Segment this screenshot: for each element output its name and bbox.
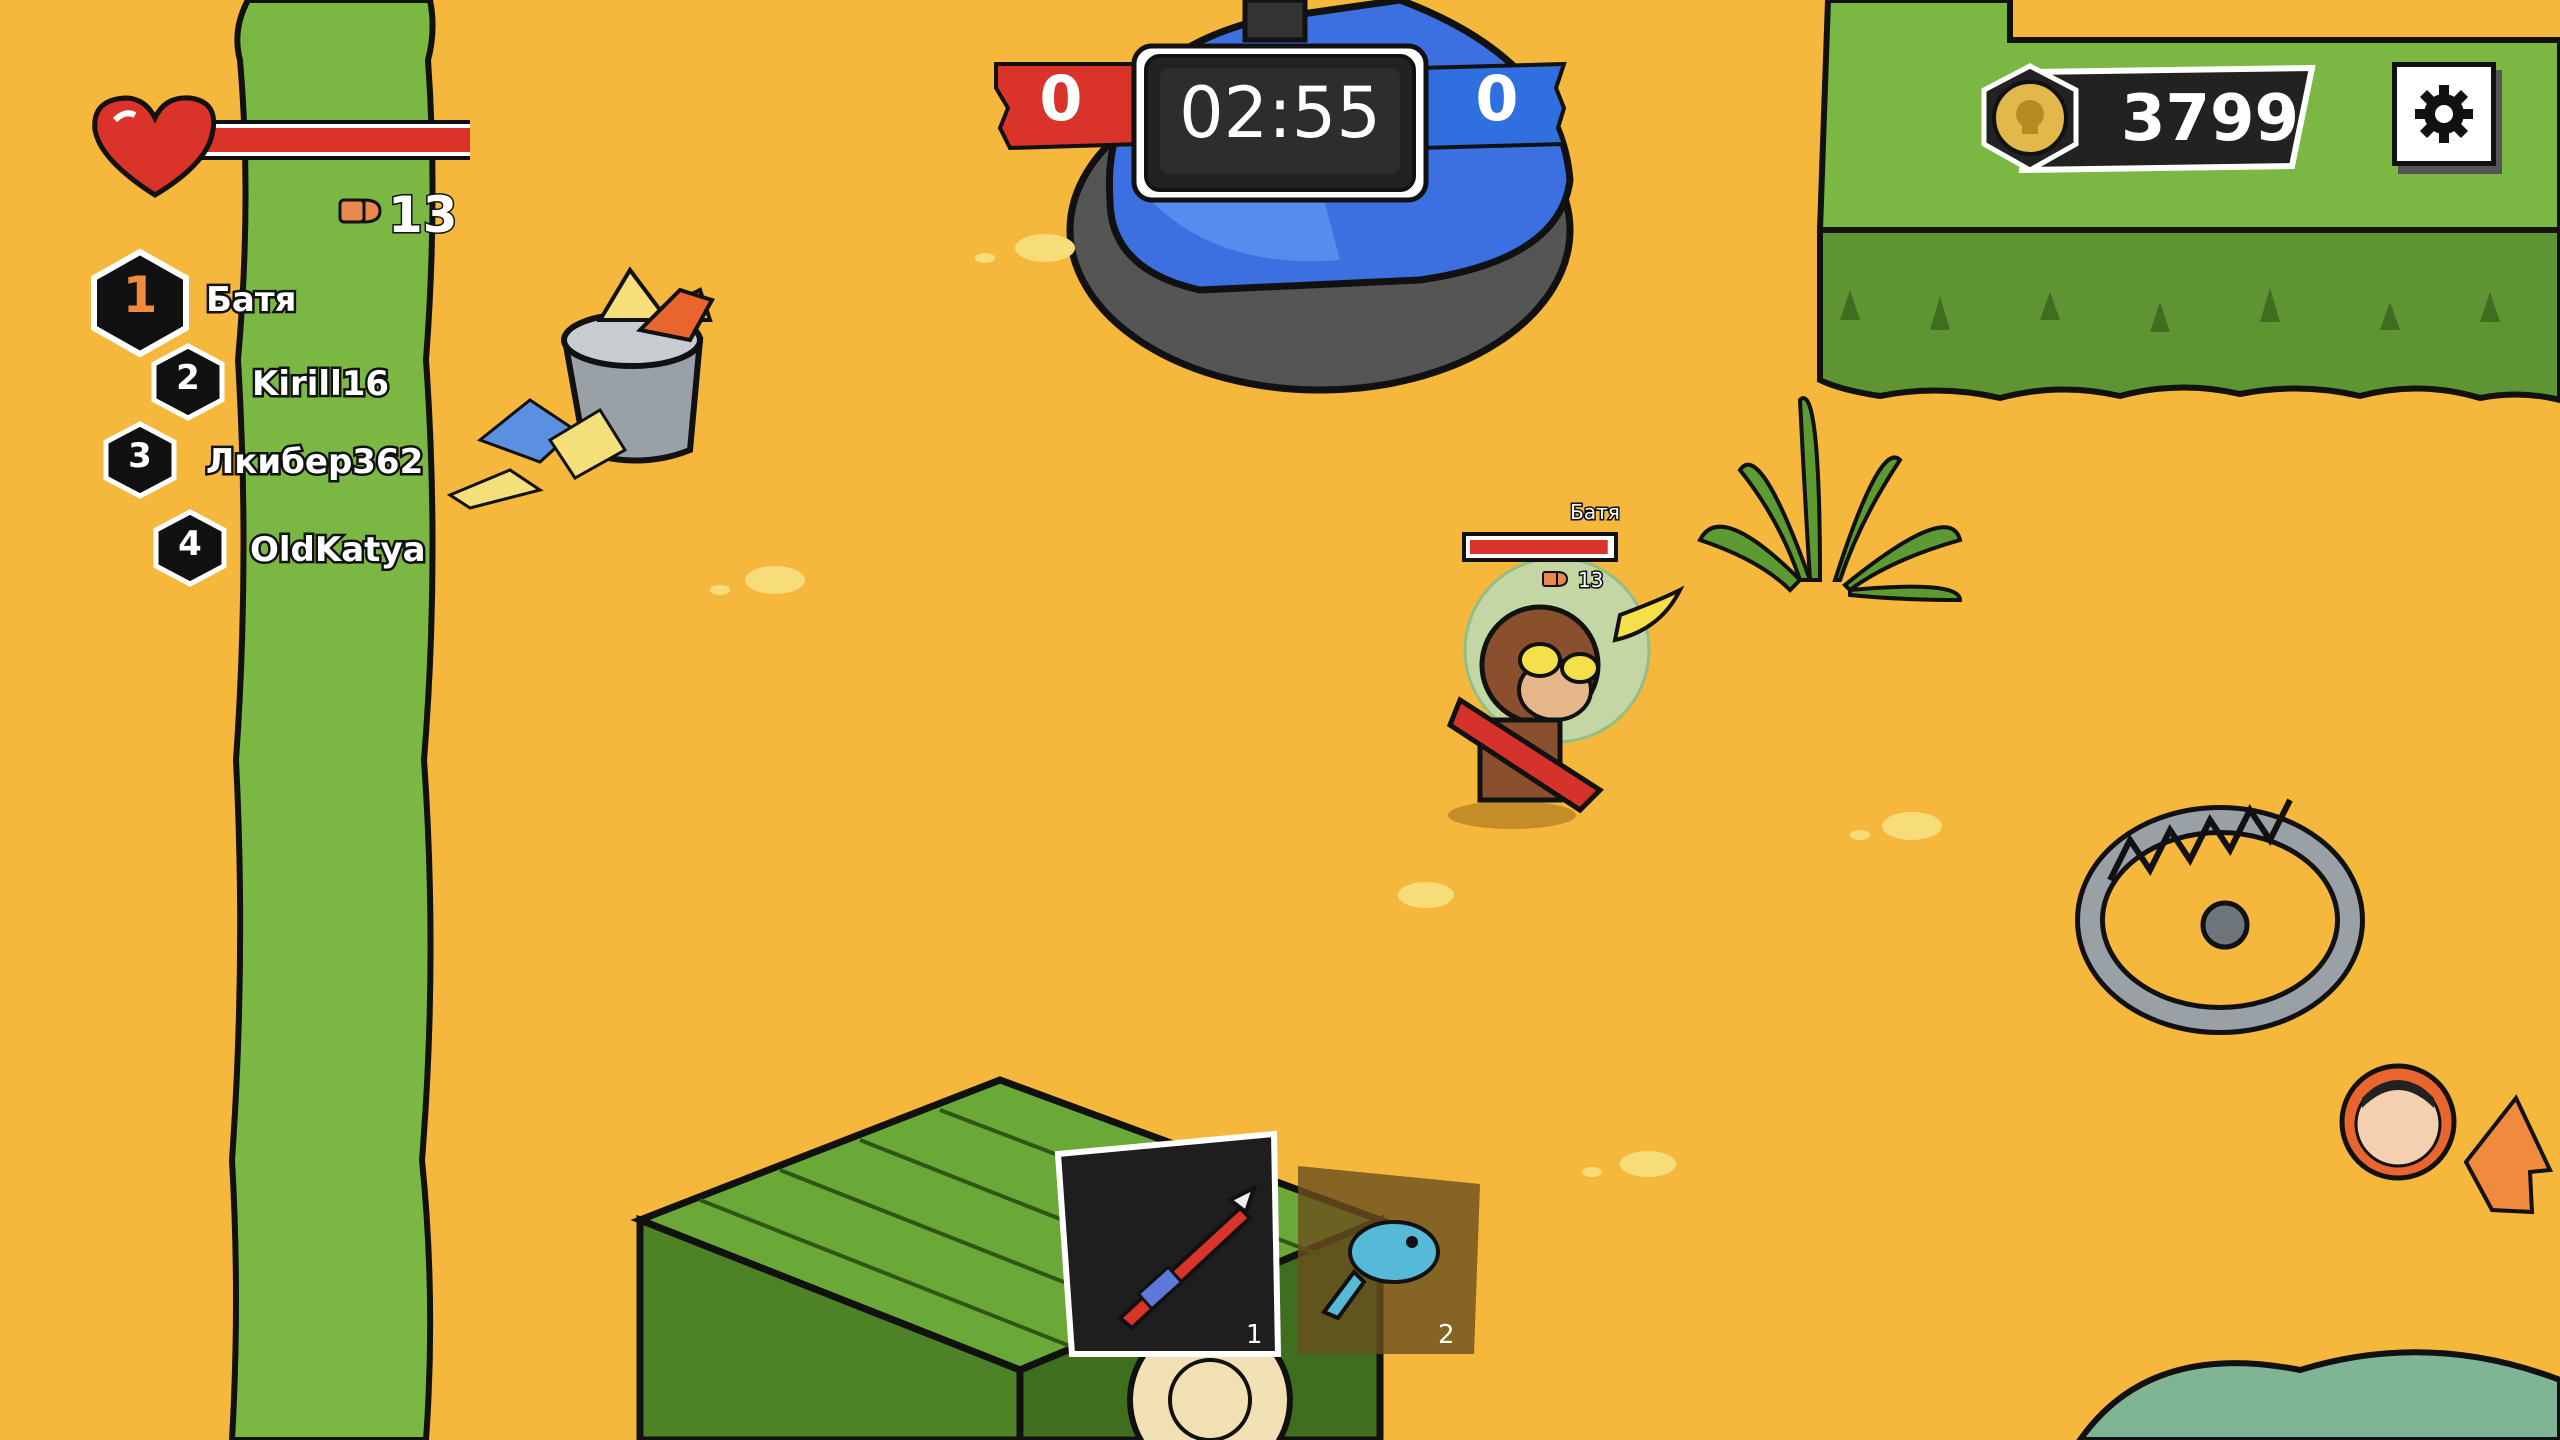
blue-team-score: 0 [1475, 62, 1519, 135]
settings-button[interactable] [2392, 62, 2496, 166]
garden-hose [2076, 1349, 2560, 1440]
trash-can [446, 266, 715, 510]
rank-number: 2 [176, 358, 200, 398]
slot-number: 1 [1246, 1320, 1263, 1350]
player-ammo-icon [1542, 570, 1569, 588]
skull-coin-icon [1981, 63, 2079, 173]
heart-icon [92, 95, 217, 198]
weapon-slot-1[interactable]: 1 [1050, 1128, 1284, 1360]
player-name: Батя [203, 278, 298, 323]
player-name: Kirill16 [249, 362, 391, 407]
player-ammo-count: 13 [1576, 567, 1605, 594]
right-hedge-side [1817, 227, 2560, 404]
rank-number: 4 [178, 524, 202, 564]
bear-trap [2075, 798, 2365, 1035]
player-name: Лкибер362 [203, 440, 425, 485]
player-health-bar [1462, 532, 1618, 562]
rank-number: 3 [128, 436, 152, 476]
match-timer: 02:55 [1179, 72, 1381, 154]
player-name: OldKatya [248, 528, 429, 573]
gear-icon [2415, 85, 2473, 143]
player-nametag: Батя [1569, 499, 1622, 526]
leaderboard-row: 4 OldKatya [152, 508, 428, 592]
coin-balance: 3799 [2120, 82, 2300, 156]
leaderboard-row: 3 Лкибер362 [102, 420, 426, 504]
ammo-count: 13 [387, 185, 460, 246]
red-team-score: 0 [1039, 62, 1083, 135]
ammo-icon [338, 196, 382, 226]
arrow-right-icon [2463, 1094, 2554, 1215]
leaderboard-row: 2 Kirill16 [150, 342, 392, 426]
rank-number: 1 [122, 266, 158, 324]
offscreen-enemy-indicator[interactable] [2336, 1062, 2556, 1222]
slot-number: 2 [1438, 1320, 1455, 1350]
player-character [1446, 556, 1685, 829]
agave-plant [1697, 396, 1963, 603]
weapon-slot-2[interactable]: 2 [1294, 1162, 1484, 1358]
